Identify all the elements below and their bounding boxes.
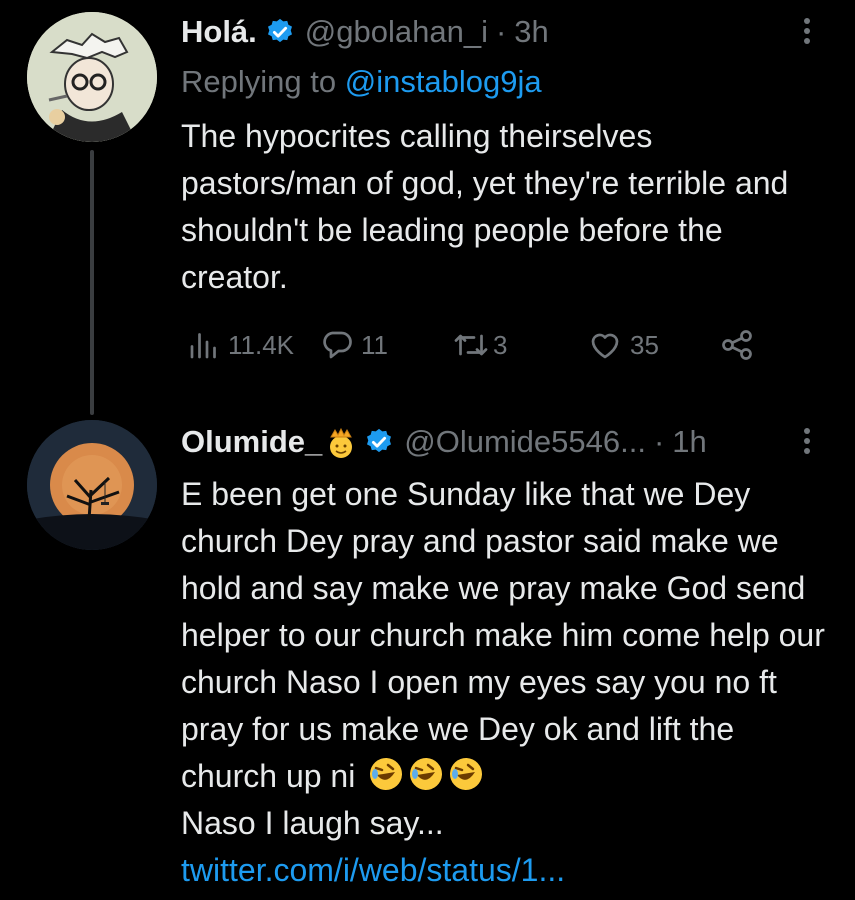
rolling-laughing-emoji-group [364,758,484,794]
verified-badge-icon [265,17,295,47]
share-icon [719,327,755,363]
tweet-holá[interactable]: Holá. @gbolahan_i · 3h Replying to @inst… [0,0,855,415]
tweet-text-block: E been get one Sunday like that we Dey c… [181,471,831,894]
retweet-icon [451,327,491,363]
retweet-count: 3 [493,329,508,360]
separator-dot: · [495,14,507,49]
views-button[interactable]: 11.4K [186,327,294,363]
replying-to: Replying to @instablog9ja [181,64,542,100]
reply-count: 11 [361,329,388,360]
verified-badge-icon [364,427,394,457]
crown-emoji [326,427,356,458]
share-button[interactable] [719,327,755,363]
more-vertical-icon[interactable] [792,424,822,464]
like-count: 35 [630,329,659,360]
like-button[interactable]: 35 [586,327,659,363]
tweet-olumide[interactable]: Olumide_ @Olumide5546... · 1h E been get… [0,415,855,900]
views-count: 11.4K [228,329,295,360]
reply-button[interactable]: 11 [319,327,388,363]
replying-mention-link[interactable]: @instablog9ja [345,64,542,99]
truncated-status-link[interactable]: twitter.com/i/web/status/1... [181,852,565,888]
thread-line [90,150,94,415]
reply-bubble-icon [319,327,355,363]
avatar-gbolahan[interactable] [27,12,157,142]
rolling-laughing-emoji [370,758,403,790]
separator-dot: · [653,424,665,459]
tweet-text: E been get one Sunday like that we Dey c… [181,476,825,794]
author-name[interactable]: Olumide_ [181,424,322,460]
replying-label: Replying to [181,64,345,99]
rolling-laughing-emoji [450,758,483,790]
retweet-button[interactable]: 3 [451,327,507,363]
timestamp[interactable]: 1h [672,424,706,460]
tweet-header: Holá. @gbolahan_i · 3h [181,14,549,50]
heart-icon [586,327,624,363]
author-handle[interactable]: @Olumide5546... [404,424,646,460]
tweet-text-continued: Naso I laugh say... [181,805,444,841]
timestamp[interactable]: 3h [514,14,548,50]
author-name[interactable]: Holá. [181,14,257,50]
more-vertical-icon[interactable] [792,14,822,54]
tweet-header: Olumide_ @Olumide5546... · 1h [181,424,707,460]
tweet-text: The hypocrites calling theirselves pasto… [181,118,789,295]
rolling-laughing-emoji [410,758,443,790]
author-handle[interactable]: @gbolahan_i [305,14,488,50]
avatar-olumide[interactable] [27,420,157,550]
analytics-icon [186,327,222,363]
